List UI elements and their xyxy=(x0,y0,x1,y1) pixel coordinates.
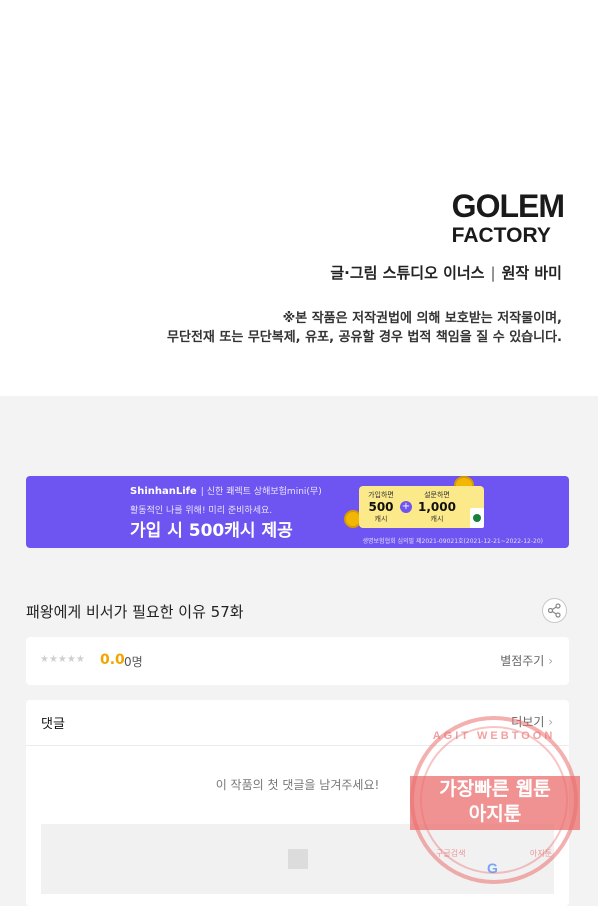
coupon-left-unit: 캐시 xyxy=(374,515,388,523)
comments-title: 댓글 xyxy=(41,717,65,732)
divider xyxy=(26,745,569,746)
rating-panel: ★★★★★ 0.0 0명 별점주기 › xyxy=(26,637,569,685)
episode-end-credits: GOLEM FACTORY 글·그림 스튜디오 이너스 | 원작 바미 ※본 작품은… xyxy=(0,0,598,396)
coupon-right-unit: 캐시 xyxy=(430,515,444,523)
rating-count: 0명 xyxy=(124,655,143,669)
notice-line1: ※본 작품은 저작권법에 의해 보호받는 저작물이며, xyxy=(282,311,562,326)
comments-more-button[interactable]: 더보기 › xyxy=(511,713,553,730)
coffee-cup-icon xyxy=(470,508,484,528)
copyright-notice: ※본 작품은 저작권법에 의해 보호받는 저작물이며, 무단전재 또는 무단복제… xyxy=(167,309,562,347)
credit-separator: | xyxy=(490,264,496,282)
chevron-right-icon: › xyxy=(548,715,553,729)
banner-subtext: 활동적인 나를 위해! 미리 준비하세요. xyxy=(130,506,273,516)
share-button[interactable] xyxy=(542,598,567,623)
banner-brand: ShinhanLife | 신한 쾌렉트 상해보험mini(무) xyxy=(130,484,322,497)
coupon-left-value: 500 xyxy=(368,500,394,514)
comments-panel: 댓글 더보기 › 이 작품의 첫 댓글을 남겨주세요! xyxy=(26,700,569,906)
image-placeholder-icon xyxy=(288,849,308,869)
credit-line: 글·그림 스튜디오 이너스 | 원작 바미 xyxy=(330,262,562,283)
banner-brand-sub: | 신한 쾌렉트 상해보험mini(무) xyxy=(200,487,322,497)
banner-headline: 가입 시 500캐시 제공 xyxy=(130,521,293,541)
logo-line2: FACTORY xyxy=(451,224,551,247)
credit-original: 원작 바미 xyxy=(501,264,562,282)
banner-brand-name: ShinhanLife xyxy=(130,486,197,497)
ad-banner[interactable]: ShinhanLife | 신한 쾌렉트 상해보험mini(무) 활동적인 나를 … xyxy=(26,476,569,548)
coupon-right: 설문하면 1,000 캐시 xyxy=(413,490,461,524)
chevron-right-icon: › xyxy=(548,654,553,668)
share-icon xyxy=(547,603,561,618)
coupon-right-top: 설문하면 xyxy=(424,491,450,499)
logo-line1: GOLEM xyxy=(451,188,565,224)
coupon-left-top: 가입하면 xyxy=(368,491,394,499)
star-rating-icons: ★★★★★ xyxy=(40,654,85,665)
comment-input-box[interactable] xyxy=(41,824,554,894)
rate-button-label: 별점주기 xyxy=(500,654,545,668)
plus-icon: + xyxy=(400,501,412,513)
credit-art: 글·그림 스튜디오 이너스 xyxy=(330,264,485,282)
coupon-left: 가입하면 500 캐시 xyxy=(361,490,401,524)
comments-more-label: 더보기 xyxy=(511,715,545,729)
comments-empty-message: 이 작품의 첫 댓글을 남겨주세요! xyxy=(215,778,380,792)
rating-score: 0.0 xyxy=(100,652,125,668)
banner-fine-print: 생명보험협회 심의필 제2021-09021호(2021-12-21~2022-… xyxy=(362,538,543,545)
coupon-right-value: 1,000 xyxy=(418,500,456,514)
episode-title: 패왕에게 비서가 필요한 이유 57화 xyxy=(26,603,244,621)
cash-coupon: 가입하면 500 캐시 + 설문하면 1,000 캐시 xyxy=(359,486,484,528)
golem-factory-logo: GOLEM FACTORY xyxy=(451,188,565,247)
rate-button[interactable]: 별점주기 › xyxy=(500,652,553,669)
notice-line2: 무단전재 또는 무단복제, 유포, 공유할 경우 법적 책임을 질 수 있습니다… xyxy=(167,330,562,345)
